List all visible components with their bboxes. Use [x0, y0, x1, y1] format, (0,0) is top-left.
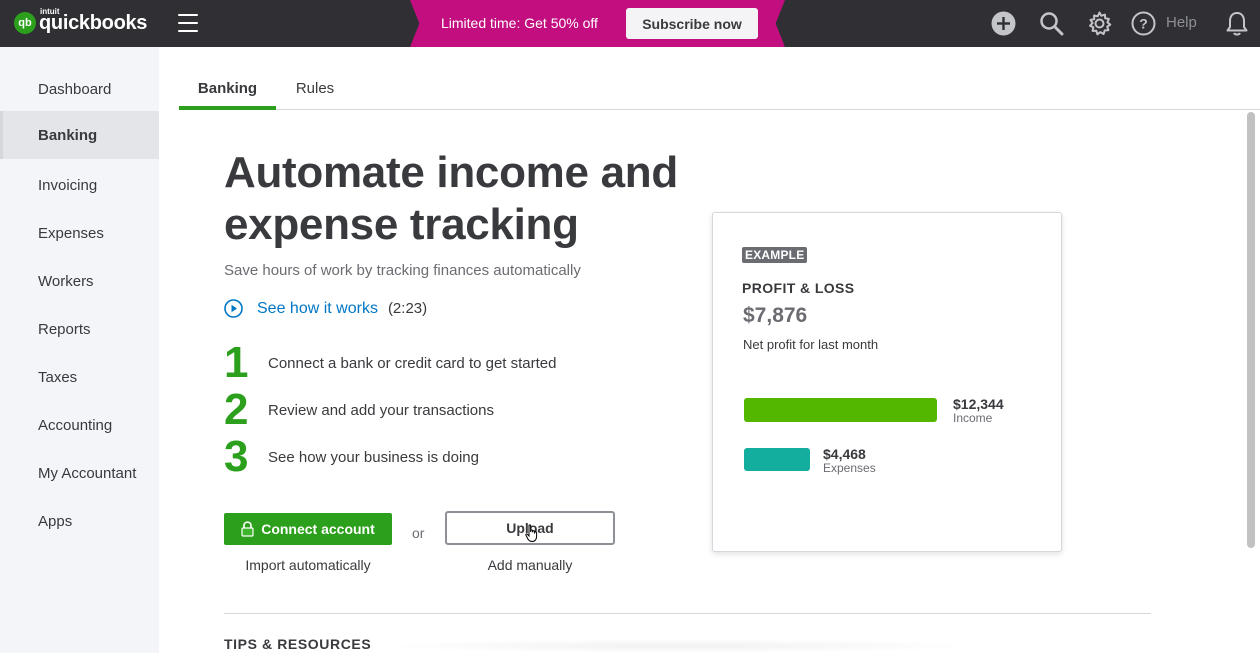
video-duration: (2:23)	[387, 300, 428, 317]
promo-banner: Limited time: Get 50% off Subscribe now	[410, 0, 785, 47]
or-text: or	[412, 525, 425, 541]
subscribe-now-button[interactable]: Subscribe now	[626, 8, 758, 39]
tab-banking[interactable]: Banking	[179, 47, 276, 110]
see-how-it-works-link[interactable]: See how it works (2:23)	[224, 299, 427, 318]
page-subtitle: Save hours of work by tracking finances …	[224, 262, 581, 279]
page-title: Automate income and expense tracking	[224, 148, 678, 249]
net-profit-amount: $7,876	[743, 304, 808, 327]
step-item: 2 Review and add your transactions	[224, 388, 494, 432]
sidebar-item-taxes[interactable]: Taxes	[0, 353, 159, 401]
bell-icon[interactable]	[1225, 11, 1249, 37]
tab-rules[interactable]: Rules	[295, 47, 335, 110]
promo-text: Limited time: Get 50% off	[441, 15, 598, 31]
search-icon[interactable]	[1039, 11, 1064, 36]
income-value: $12,344	[953, 396, 1004, 412]
sidebar-item-accounting[interactable]: Accounting	[0, 401, 159, 449]
quickbooks-logo[interactable]: qb intuit quickbooks	[14, 7, 147, 35]
income-bar	[744, 398, 937, 422]
step-text: See how your business is doing	[268, 448, 479, 466]
step-text: Connect a bank or credit card to get sta…	[268, 354, 557, 372]
sidebar-item-workers[interactable]: Workers	[0, 257, 159, 305]
step-number: 1	[224, 338, 249, 387]
sidebar-item-dashboard[interactable]: Dashboard	[0, 65, 159, 113]
connect-account-button[interactable]: Connect account	[224, 513, 392, 545]
step-number: 2	[224, 385, 249, 434]
example-badge: EXAMPLE	[742, 247, 808, 263]
card-title: PROFIT & LOSS	[742, 280, 855, 296]
step-text: Review and add your transactions	[268, 401, 494, 419]
step-item: 1 Connect a bank or credit card to get s…	[224, 341, 557, 385]
expenses-bar	[744, 448, 810, 471]
expenses-label: Expenses	[823, 461, 876, 475]
main-content: Banking Rules Automate income and expens…	[159, 47, 1260, 653]
play-circle-icon	[224, 299, 243, 318]
hamburger-menu-icon[interactable]	[178, 14, 198, 32]
video-link-text[interactable]: See how it works	[257, 300, 378, 318]
step-item: 3 See how your business is doing	[224, 435, 479, 479]
upload-caption: Add manually	[487, 557, 573, 573]
help-icon[interactable]: ?	[1131, 11, 1156, 36]
svg-text:?: ?	[1139, 16, 1148, 32]
step-number: 3	[224, 432, 249, 481]
sidebar: Dashboard Banking Invoicing Expenses Wor…	[0, 47, 159, 653]
expenses-value: $4,468	[823, 446, 866, 462]
help-label[interactable]: Help	[1166, 14, 1197, 31]
sidebar-item-reports[interactable]: Reports	[0, 305, 159, 353]
tab-bar: Banking Rules	[179, 47, 1260, 110]
sidebar-item-apps[interactable]: Apps	[0, 497, 159, 545]
logo-brand: intuit	[40, 7, 60, 16]
sidebar-item-expenses[interactable]: Expenses	[0, 209, 159, 257]
sidebar-item-invoicing[interactable]: Invoicing	[0, 161, 159, 209]
scrollbar-thumb[interactable]	[1247, 112, 1255, 548]
hand-cursor-icon	[525, 524, 538, 543]
connect-caption: Import automatically	[245, 557, 371, 573]
sidebar-item-banking[interactable]: Banking	[0, 111, 159, 159]
profit-loss-example-card: EXAMPLE PROFIT & LOSS $7,876 Net profit …	[712, 212, 1062, 552]
section-divider	[224, 613, 1151, 614]
qb-logo-icon: qb	[14, 12, 36, 34]
income-label: Income	[953, 411, 993, 425]
lock-icon	[241, 521, 254, 537]
tips-resources-heading: TIPS & RESOURCES	[224, 636, 372, 652]
plus-circle-icon[interactable]	[991, 11, 1016, 36]
connect-account-label: Connect account	[261, 521, 375, 537]
sidebar-item-my-accountant[interactable]: My Accountant	[0, 449, 159, 497]
top-bar: qb intuit quickbooks Limited time: Get 5…	[0, 0, 1260, 47]
gear-icon[interactable]	[1087, 11, 1112, 36]
net-profit-caption: Net profit for last month	[743, 337, 879, 352]
